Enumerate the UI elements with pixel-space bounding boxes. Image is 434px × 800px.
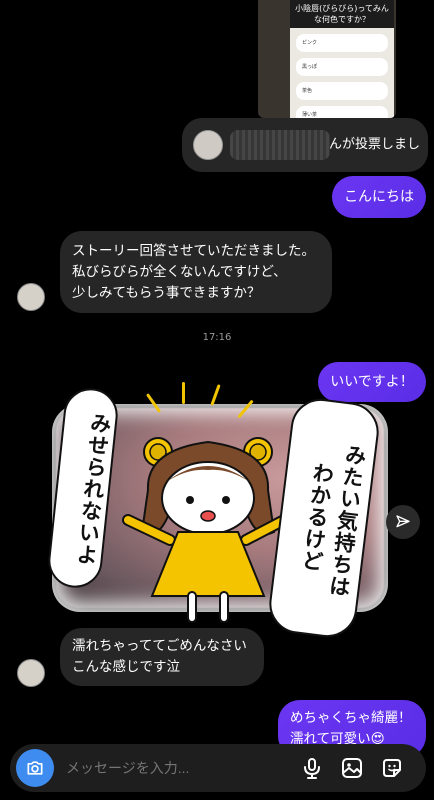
message-composer (10, 744, 426, 792)
poll-option: 薄い茶 (296, 106, 388, 118)
sticker-image[interactable]: みせられないよ みたい気持ちは わかるけど (45, 380, 392, 641)
vote-notice-text: んが投票しまし (329, 137, 421, 152)
gallery-icon[interactable] (340, 756, 364, 780)
incoming-message[interactable]: ストーリー回答させていただきました。 私びらびらが全くないんですけど、 少しみて… (60, 231, 332, 313)
story-reply-preview[interactable]: 小陰唇(びらびら)ってみんな何色ですか？ ピンク 黒っぽ 茶色 薄い茶 (258, 0, 396, 118)
message-line: こんな感じです泣 (72, 659, 180, 675)
camera-button[interactable] (16, 749, 54, 787)
poll-option: ピンク (296, 34, 388, 52)
camera-icon (27, 761, 43, 775)
blurred-username (230, 130, 330, 160)
message-input[interactable] (66, 744, 286, 792)
contact-avatar[interactable] (17, 283, 45, 311)
message-line: 私びらびらが全くないんですけど、 (72, 264, 287, 280)
message-line: 少しみてもらう事できますか？ (72, 285, 261, 301)
burst-line (182, 382, 185, 404)
poll-vote-notice[interactable]: んが投票しまし (182, 118, 428, 172)
message-line: ストーリー回答させていただきました。 (72, 243, 315, 259)
story-poll: 小陰唇(びらびら)ってみんな何色ですか？ ピンク 黒っぽ 茶色 薄い茶 (290, 0, 394, 118)
poll-option: 茶色 (296, 82, 388, 100)
message-timestamp: 17:16 (202, 332, 232, 343)
poll-option: 黒っぽ (296, 58, 388, 76)
burst-line (210, 384, 221, 406)
poll-question: 小陰唇(びらびら)ってみんな何色ですか？ (290, 0, 394, 28)
send-icon (396, 515, 410, 528)
message-text: こんにちは (344, 189, 414, 205)
message-line: めちゃくちゃ綺麗！ (290, 710, 412, 726)
contact-avatar[interactable] (17, 659, 45, 687)
outgoing-message[interactable]: こんにちは (332, 176, 426, 218)
voter-avatar (193, 130, 223, 160)
sticker-icon[interactable] (380, 756, 404, 780)
mic-icon[interactable] (300, 756, 324, 780)
share-button[interactable] (386, 505, 420, 539)
